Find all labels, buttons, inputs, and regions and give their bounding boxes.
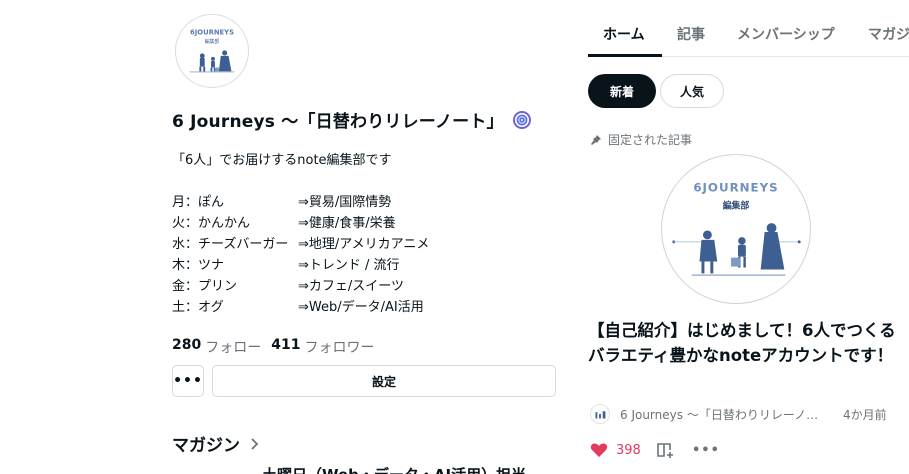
svg-text:編集部: 編集部 bbox=[723, 199, 750, 211]
schedule-day: 水：チーズバーガー bbox=[172, 237, 289, 252]
schedule-day: 火：かんかん bbox=[172, 216, 251, 231]
article-meta: 6 Journeys 〜「日替わりリレーノー… 4か月前 bbox=[590, 404, 909, 424]
magazine-heading[interactable]: マガジン bbox=[172, 431, 260, 456]
magazine-item-title[interactable]: 土曜日（Web・データ・AI活用）担当 bbox=[262, 464, 526, 474]
schedule-day: 土：オグ bbox=[172, 300, 224, 315]
schedule-topic: ⇒トレンド / 流行 bbox=[298, 258, 400, 273]
schedule-row: 水：チーズバーガー ⇒地理/アメリカアニメ bbox=[172, 234, 429, 255]
like-count: 398 bbox=[616, 442, 641, 458]
pinned-label-row: 固定された記事 bbox=[590, 131, 692, 148]
pinned-label: 固定された記事 bbox=[608, 133, 693, 147]
tab-articles[interactable]: 記事 bbox=[677, 24, 705, 44]
heart-icon[interactable] bbox=[590, 442, 608, 458]
avatar-illustration: 6JOURNEYS 編集部 bbox=[189, 28, 235, 73]
article-more-button[interactable]: ••• bbox=[692, 443, 720, 458]
schedule-topic: ⇒地理/アメリカアニメ bbox=[298, 237, 430, 252]
schedule-topic: ⇒Web/データ/AI活用 bbox=[298, 300, 424, 315]
profile-name: 6 Journeys 〜「日替わりリレーノート」 bbox=[172, 112, 504, 132]
sort-popular-button[interactable]: 人気 bbox=[660, 74, 724, 108]
schedule-row: 月：ぽん ⇒貿易/国際情勢 bbox=[172, 192, 429, 213]
schedule-row: 金：プリン ⇒カフェ/スイーツ bbox=[172, 276, 429, 297]
article-thumbnail-illustration: 6JOURNEYS 編集部 bbox=[672, 181, 801, 276]
profile-title-row: 6 Journeys 〜「日替わりリレーノート」 bbox=[172, 107, 532, 132]
schedule-topic: ⇒貿易/国際情勢 bbox=[298, 195, 392, 210]
schedule-row: 火：かんかん ⇒健康/食事/栄養 bbox=[172, 213, 429, 234]
profile-more-button[interactable]: ••• bbox=[172, 365, 204, 397]
profile-avatar[interactable]: 6JOURNEYS 編集部 bbox=[175, 14, 249, 88]
tab-magazine[interactable]: マガジ bbox=[868, 24, 909, 44]
article-actions: 398 ••• bbox=[590, 441, 720, 459]
schedule-day: 金：プリン bbox=[172, 279, 238, 294]
following-label[interactable]: フォロー bbox=[205, 337, 261, 357]
follow-stats: 280 フォロー 411 フォロワー bbox=[172, 337, 380, 357]
svg-text:6JOURNEYS: 6JOURNEYS bbox=[190, 28, 234, 36]
schedule-topic: ⇒カフェ/スイーツ bbox=[298, 279, 405, 294]
schedule-row: 木：ツナ ⇒トレンド / 流行 bbox=[172, 255, 429, 276]
schedule-day: 木：ツナ bbox=[172, 258, 225, 273]
swirl-badge-icon bbox=[512, 110, 531, 129]
magazine-heading-label: マガジン bbox=[172, 436, 240, 456]
profile-schedule: 月：ぽん ⇒貿易/国際情勢 火：かんかん ⇒健康/食事/栄養 水：チーズバーガー… bbox=[172, 192, 429, 318]
tab-home[interactable]: ホーム bbox=[603, 24, 645, 44]
pin-icon bbox=[591, 134, 601, 145]
tab-membership[interactable]: メンバーシップ bbox=[737, 24, 835, 44]
pinned-article-title[interactable]: 【自己紹介】はじめまして！6人でつくるバラエティ豊かなnoteアカウントです！ bbox=[588, 318, 909, 368]
followers-count[interactable]: 411 bbox=[271, 337, 300, 357]
profile-tabs: ホーム 記事 メンバーシップ マガジ bbox=[588, 0, 909, 57]
svg-text:編集部: 編集部 bbox=[205, 38, 220, 45]
followers-label[interactable]: フォロワー bbox=[304, 337, 374, 357]
chevron-right-icon bbox=[251, 437, 259, 450]
author-avatar[interactable] bbox=[590, 404, 610, 424]
schedule-topic: ⇒健康/食事/栄養 bbox=[298, 216, 396, 231]
schedule-day: 月：ぽん bbox=[172, 195, 225, 210]
profile-description: 「6人」でお届けするnote編集部です bbox=[172, 153, 392, 168]
active-tab-indicator bbox=[588, 54, 662, 57]
article-time: 4か月前 bbox=[843, 407, 887, 422]
article-thumbnail[interactable]: 6JOURNEYS 編集部 bbox=[661, 154, 811, 304]
sort-new-button[interactable]: 新着 bbox=[588, 74, 656, 108]
svg-text:6JOURNEYS: 6JOURNEYS bbox=[693, 181, 778, 195]
author-avatar-illustration bbox=[595, 411, 606, 419]
article-author[interactable]: 6 Journeys 〜「日替わりリレーノー… bbox=[620, 406, 830, 423]
settings-button[interactable]: 設定 bbox=[212, 365, 556, 397]
schedule-row: 土：オグ ⇒Web/データ/AI活用 bbox=[172, 297, 429, 318]
following-count[interactable]: 280 bbox=[172, 337, 201, 357]
add-to-magazine-icon[interactable] bbox=[656, 441, 674, 459]
